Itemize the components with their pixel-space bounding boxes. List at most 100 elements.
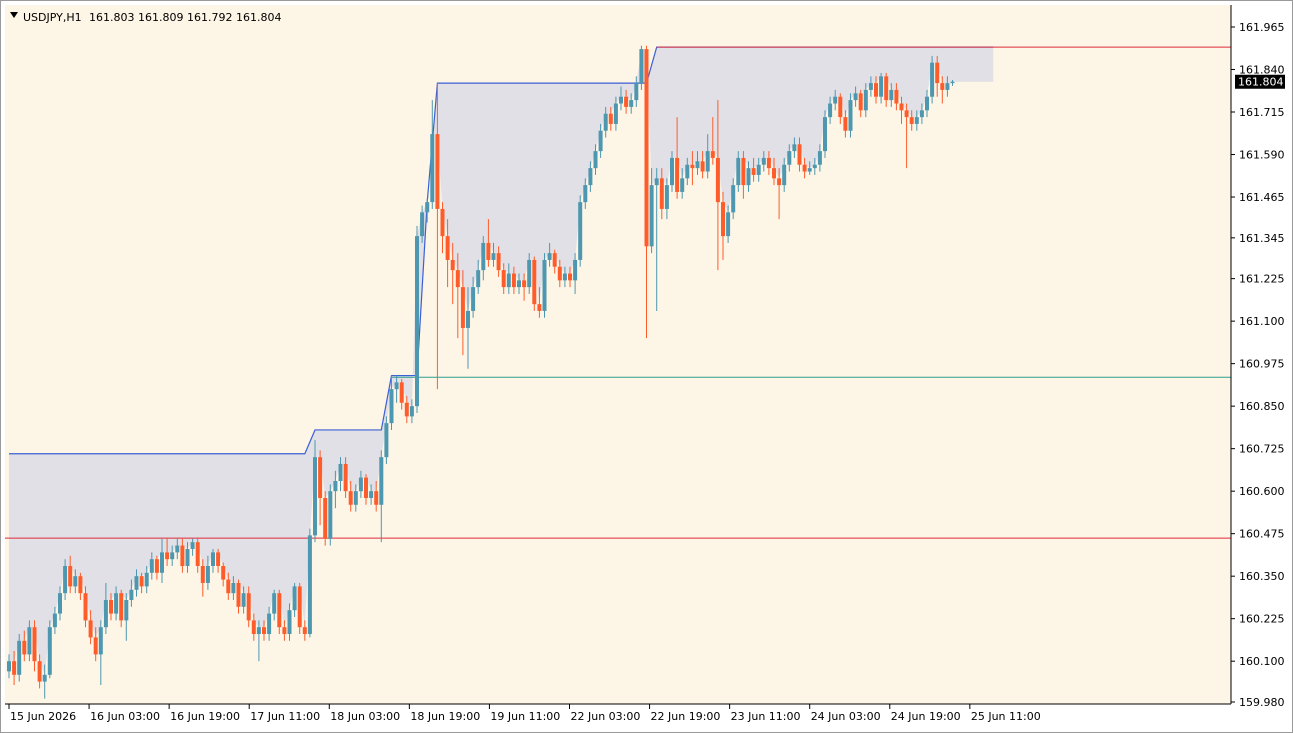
time-tick-label: 18 Jun 03:00 [330, 710, 400, 723]
candle-body [277, 593, 282, 628]
candle-body [32, 627, 37, 662]
candle-body [807, 168, 812, 172]
candle-body [690, 164, 695, 169]
candle-body [190, 542, 195, 549]
candle-body [710, 151, 715, 158]
candle-body [751, 168, 756, 175]
candle [384, 416, 389, 464]
price-axis: 161.965 161.840 161.715 161.590 161.465 161.3… [1231, 21, 1285, 709]
candle-body [664, 185, 669, 209]
candle-body [736, 157, 741, 186]
candle-body [119, 593, 124, 621]
candle [323, 491, 328, 546]
candle-body [675, 157, 680, 192]
price-tick-label: 160.350 [1239, 570, 1285, 583]
candle-body [823, 117, 827, 152]
candle-body [98, 627, 103, 655]
candle-body [578, 202, 583, 260]
chart-window[interactable]: 161.965 161.840 161.715 161.590 161.465 161.3… [0, 0, 1293, 733]
candle-body [205, 565, 210, 583]
candle-body [58, 593, 62, 614]
candle-body [517, 280, 521, 288]
candle-body [568, 273, 572, 281]
candle-body [812, 164, 817, 169]
candle-body [307, 535, 312, 634]
price-chart[interactable]: 161.965 161.840 161.715 161.590 161.465 161.3… [1, 1, 1292, 732]
candle-body [287, 610, 292, 634]
candle-body [858, 93, 863, 111]
price-tick-label: 160.100 [1239, 655, 1285, 668]
candle-body [348, 491, 353, 505]
candle-body [384, 423, 389, 458]
candle-body [639, 49, 644, 84]
candle-body [149, 559, 154, 573]
price-tick-label: 160.225 [1239, 613, 1285, 626]
price-tick-label: 161.590 [1239, 149, 1285, 162]
candle-body [491, 253, 496, 260]
candle-body [353, 491, 358, 505]
candle-body [593, 151, 598, 169]
candle-body [542, 259, 547, 311]
time-tick-label: 25 Jun 11:00 [971, 710, 1041, 723]
price-tick-label: 161.225 [1239, 273, 1285, 286]
time-tick-label: 17 Jun 11:00 [250, 710, 320, 723]
candle [930, 55, 935, 104]
candle-body [404, 402, 409, 417]
candle-body [476, 270, 481, 288]
candle-body [761, 157, 766, 165]
time-tick-label: 23 Jun 11:00 [731, 710, 801, 723]
candle-body [313, 457, 317, 536]
candle-body [379, 457, 384, 505]
candle-body [874, 83, 878, 97]
candle-body [802, 164, 807, 172]
candle-body [598, 130, 603, 152]
candle-body [272, 593, 277, 614]
candle-body [741, 157, 746, 186]
price-tick-label: 159.980 [1239, 696, 1285, 709]
candle-body [506, 273, 511, 288]
symbol-header: USDJPY,H1 161.803 161.809 161.792 161.80… [10, 11, 281, 24]
candle-body [772, 168, 776, 179]
candle-body [328, 491, 333, 539]
price-tick-label: 161.965 [1239, 21, 1285, 34]
candle-body [256, 627, 261, 634]
candle-body [22, 640, 27, 655]
time-tick-label: 24 Jun 03:00 [811, 710, 881, 723]
candle-body [889, 89, 894, 101]
candle-body [226, 579, 231, 594]
candle-body [37, 661, 42, 682]
candle-body [787, 151, 792, 165]
candle-body [782, 164, 787, 186]
candle-body [246, 593, 251, 621]
price-tick-label: 160.600 [1239, 485, 1285, 498]
candle [823, 110, 827, 158]
candle-body [221, 565, 226, 580]
candle-body [899, 103, 904, 111]
candle-body [945, 83, 950, 90]
candle-body [914, 117, 919, 124]
candle-body [721, 202, 725, 237]
candle-body [884, 76, 889, 101]
candle-body [73, 576, 78, 587]
candle-body [103, 599, 108, 628]
plot-area [5, 5, 1231, 704]
candle-body [399, 382, 404, 403]
candle-body [200, 565, 205, 583]
time-tick-label: 16 Jun 03:00 [90, 710, 160, 723]
candle-body [619, 96, 623, 104]
candle-body [644, 49, 649, 247]
candle-body [450, 259, 455, 271]
candle-body [634, 83, 639, 101]
candle-body [160, 552, 164, 573]
candle-body [267, 613, 272, 634]
candle-body [904, 110, 909, 118]
candle-body [700, 161, 705, 172]
candle [542, 253, 547, 318]
candle-body [573, 259, 578, 281]
candle-body [766, 157, 771, 169]
candle-body [557, 266, 562, 281]
current-price-label: 161.804 [1238, 76, 1284, 89]
candle-body [185, 548, 190, 566]
price-tick-label: 161.840 [1239, 64, 1285, 77]
candle-body [608, 113, 613, 124]
